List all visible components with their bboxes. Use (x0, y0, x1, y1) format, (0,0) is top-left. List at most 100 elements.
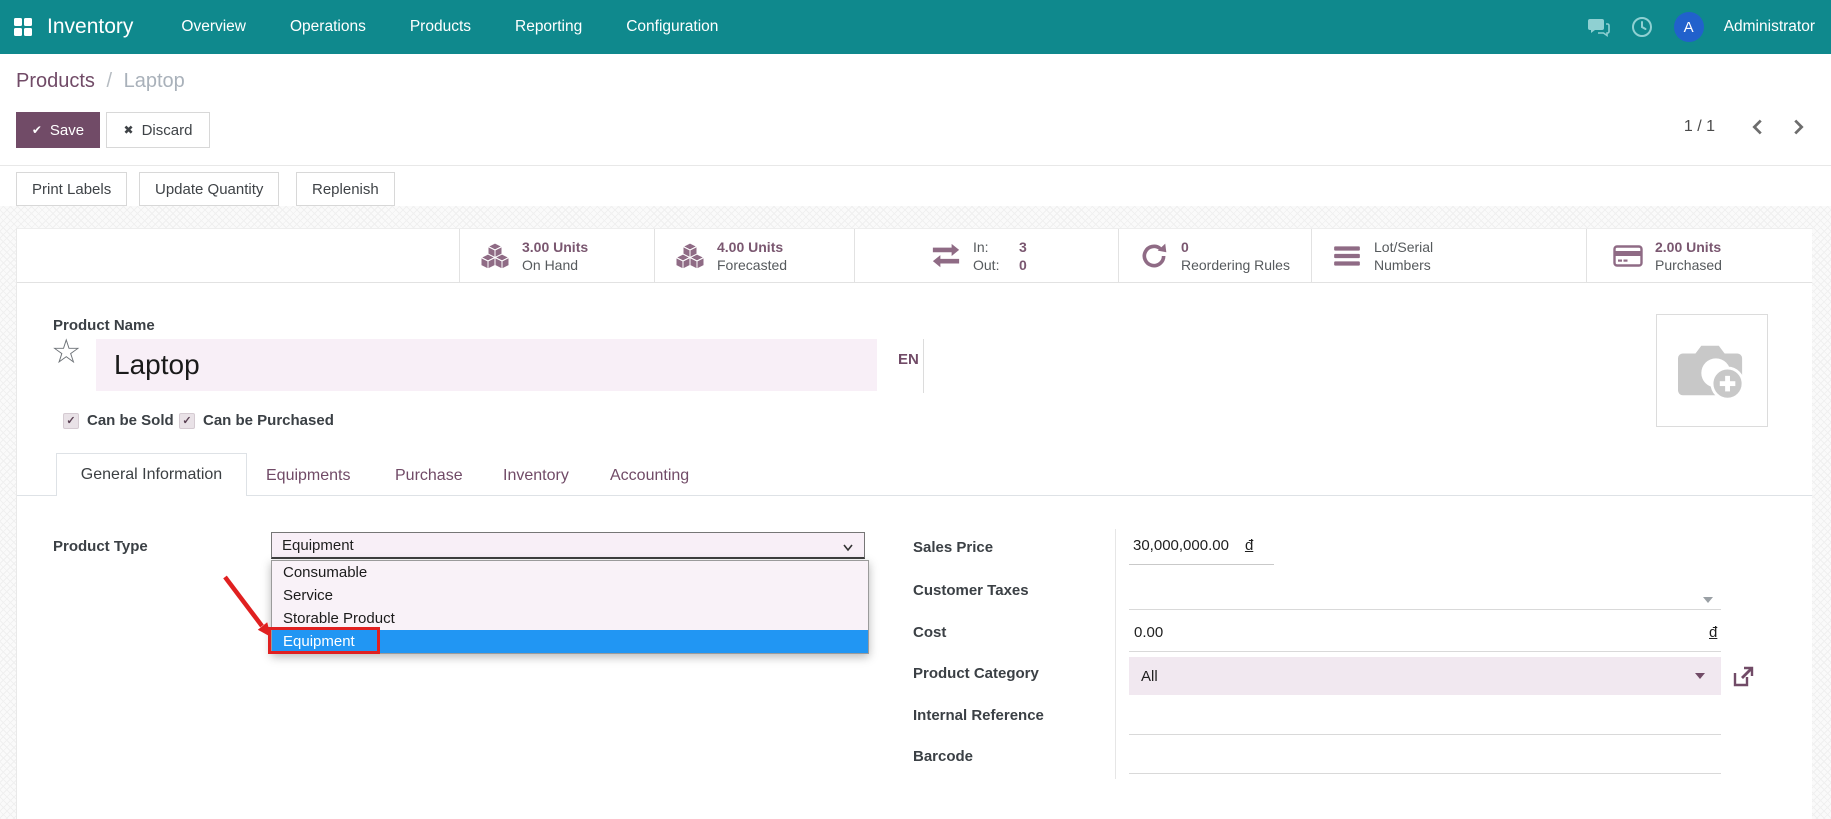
sales-price-input[interactable]: 30,000,000.00 đ (1129, 537, 1274, 565)
discard-button[interactable]: ✖ Discard (106, 112, 210, 148)
form-sheet: 3.00 Units On Hand 4.00 Units Forecasted… (16, 228, 1812, 819)
nav-item-operations[interactable]: Operations (290, 18, 366, 36)
stat-label-line1: Lot/Serial (1374, 239, 1434, 255)
nav-item-reporting[interactable]: Reporting (515, 18, 582, 36)
can-be-sold-checkbox[interactable]: ✓ Can be Sold (63, 412, 174, 429)
chevron-down-icon (843, 544, 853, 552)
option-storable-product[interactable]: Storable Product (272, 607, 868, 630)
stat-in-label: In: (973, 239, 989, 255)
translation-badge[interactable]: EN (898, 351, 919, 368)
nav-item-configuration[interactable]: Configuration (626, 18, 718, 36)
cost-input-underline (1129, 651, 1721, 652)
print-labels-button[interactable]: Print Labels (16, 172, 128, 206)
credit-card-icon (1613, 245, 1643, 267)
update-quantity-button[interactable]: Update Quantity (139, 172, 280, 206)
breadcrumb-current: Laptop (123, 70, 185, 92)
x-icon: ✖ (123, 123, 134, 137)
nav-item-products[interactable]: Products (410, 18, 471, 36)
cost-value[interactable]: 0.00 (1134, 624, 1163, 641)
option-consumable[interactable]: Consumable (272, 561, 868, 584)
tab-equipments[interactable]: Equipments (266, 467, 351, 485)
stat-forecasted[interactable]: 4.00 Units Forecasted (654, 229, 854, 283)
pager-previous-icon[interactable] (1747, 116, 1769, 138)
sales-price-label: Sales Price (913, 539, 994, 556)
pager-next-icon[interactable] (1787, 116, 1809, 138)
can-be-purchased-checkbox[interactable]: ✓ Can be Purchased (179, 412, 334, 429)
refresh-icon (1142, 243, 1167, 268)
checkbox-check-icon: ✓ (179, 412, 195, 429)
apps-grid-icon[interactable] (14, 18, 32, 36)
list-icon (1334, 246, 1360, 266)
screen: Inventory Overview Operations Products R… (0, 0, 1831, 819)
tab-general-information[interactable]: General Information (56, 453, 247, 496)
stat-label: Purchased (1655, 257, 1722, 273)
control-panel: Products / Laptop ✔ Save ✖ Discard 1 / 1… (0, 54, 1831, 206)
sales-price-currency[interactable]: đ (1245, 537, 1253, 554)
external-link-icon[interactable] (1731, 665, 1755, 689)
stat-value: 4.00 Units (717, 239, 784, 255)
nav-right: A Administrator (1586, 12, 1815, 42)
product-name-input[interactable]: Laptop (96, 339, 877, 391)
cubes-icon (480, 242, 510, 270)
breadcrumb-products[interactable]: Products (16, 70, 95, 92)
option-equipment[interactable]: Equipment (272, 630, 868, 653)
stat-label: Forecasted (717, 257, 788, 273)
tab-bar-line (17, 495, 1812, 496)
customer-taxes-label: Customer Taxes (913, 582, 1029, 599)
stat-label-line2: Numbers (1374, 257, 1431, 273)
stat-value: 2.00 Units (1655, 239, 1722, 255)
pager-count: 1 / 1 (1683, 118, 1715, 135)
nav-menu: Overview Operations Products Reporting C… (181, 18, 718, 36)
app-name[interactable]: Inventory (47, 15, 133, 39)
product-category-input[interactable]: All (1129, 657, 1721, 695)
stat-label: Reordering Rules (1181, 257, 1290, 273)
barcode-label: Barcode (913, 748, 974, 765)
messages-icon[interactable] (1586, 15, 1610, 39)
favorite-star-icon[interactable]: ☆ (51, 335, 81, 369)
stat-value: 0 (1181, 239, 1189, 255)
internal-reference-label: Internal Reference (913, 707, 1044, 724)
sales-price-value[interactable]: 30,000,000.00 (1133, 537, 1229, 554)
tab-inventory[interactable]: Inventory (503, 467, 569, 485)
activities-clock-icon[interactable] (1630, 15, 1654, 39)
product-type-label: Product Type (53, 538, 148, 555)
product-category-label: Product Category (913, 665, 1039, 682)
nav-item-overview[interactable]: Overview (181, 18, 246, 36)
customer-taxes-caret-icon[interactable] (1703, 597, 1713, 603)
stat-purchased[interactable]: 2.00 Units Purchased (1586, 229, 1806, 283)
stat-out-value: 0 (1019, 257, 1027, 273)
barcode-input[interactable] (1129, 773, 1721, 774)
replenish-button[interactable]: Replenish (296, 172, 395, 206)
transfer-icon (932, 243, 960, 268)
avatar[interactable]: A (1673, 12, 1704, 42)
stat-reordering-rules[interactable]: 0 Reordering Rules (1118, 229, 1311, 283)
stat-on-hand[interactable]: 3.00 Units On Hand (459, 229, 654, 283)
product-type-select[interactable]: Equipment (271, 532, 865, 559)
product-image-upload[interactable] (1656, 314, 1768, 427)
option-service[interactable]: Service (272, 584, 868, 607)
stat-in-out[interactable]: In: 3 Out: 0 (854, 229, 1118, 283)
content-area: 3.00 Units On Hand 4.00 Units Forecasted… (0, 206, 1831, 819)
product-category-caret-icon[interactable] (1695, 673, 1705, 679)
cost-label: Cost (913, 624, 947, 641)
product-type-dropdown: Consumable Service Storable Product Equi… (271, 560, 869, 654)
top-nav: Inventory Overview Operations Products R… (0, 0, 1831, 54)
cubes-icon (675, 242, 705, 270)
product-name-label: Product Name (53, 317, 155, 334)
save-button[interactable]: ✔ Save (16, 112, 100, 148)
internal-reference-input[interactable] (1129, 734, 1721, 735)
breadcrumb: Products / Laptop (16, 70, 185, 93)
user-name[interactable]: Administrator (1724, 18, 1815, 36)
breadcrumb-separator: / (106, 70, 113, 92)
tab-accounting[interactable]: Accounting (610, 467, 689, 485)
field-divider (923, 339, 924, 393)
stat-label: On Hand (522, 257, 579, 273)
customer-taxes-input[interactable] (1129, 609, 1721, 610)
stat-lot-serial[interactable]: Lot/Serial Numbers (1311, 229, 1586, 283)
cost-currency[interactable]: đ (1709, 624, 1717, 641)
column-separator (1115, 529, 1116, 779)
panel-divider (0, 165, 1831, 166)
camera-add-icon (1678, 345, 1745, 401)
check-icon: ✔ (31, 123, 42, 137)
tab-purchase[interactable]: Purchase (395, 467, 463, 485)
